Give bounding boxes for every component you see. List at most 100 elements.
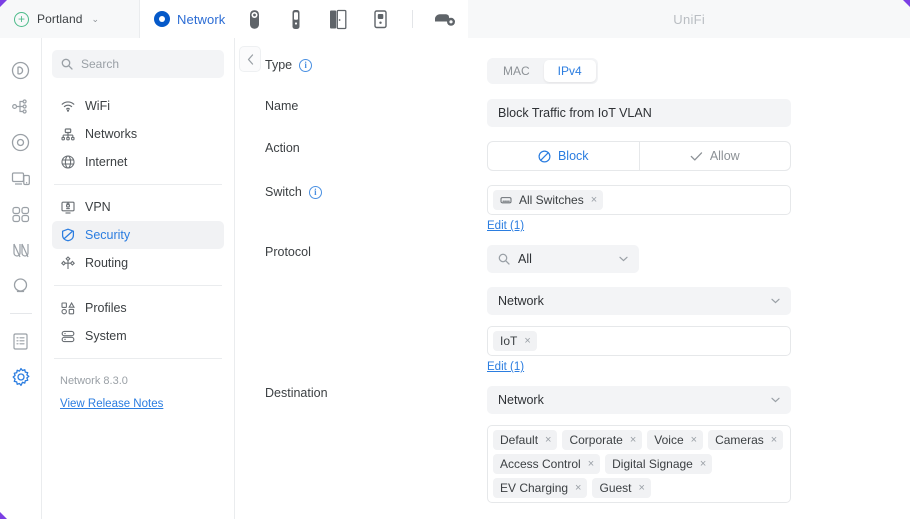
sidebar-item-label: Security [85, 228, 131, 242]
connect-app-icon[interactable] [367, 6, 393, 32]
action-allow-label: Allow [709, 149, 740, 163]
search-icon [498, 253, 510, 265]
source-chip-input[interactable]: IoT × [487, 326, 791, 356]
nav-group-connectivity: WiFi Networks Internet [52, 92, 224, 176]
row-action: Action Block Allow [235, 141, 910, 171]
action-block-button[interactable]: Block [488, 142, 639, 170]
sidebar-item-vpn[interactable]: VPN [52, 193, 224, 221]
chip-ev-charging[interactable]: EV Charging × [493, 478, 588, 498]
type-option-ipv4[interactable]: IPv4 [543, 60, 596, 82]
chip-access-control[interactable]: Access Control × [493, 454, 601, 474]
sidebar-item-label: System [85, 329, 127, 343]
switch-label-cell: Switch i [235, 185, 487, 199]
row-destination: Destination Network [235, 386, 910, 414]
action-label-cell: Action [235, 141, 487, 155]
chip-guest[interactable]: Guest × [592, 478, 651, 498]
rail-item-users[interactable] [5, 196, 37, 232]
action-label: Action [265, 141, 300, 155]
site-selector[interactable]: + Portland ⌄ [0, 0, 140, 38]
chevron-down-icon [771, 397, 780, 403]
sidebar-item-networks[interactable]: Networks [52, 120, 224, 148]
info-icon[interactable]: i [299, 58, 313, 72]
chip-iot[interactable]: IoT × [493, 331, 537, 351]
sidebar-item-profiles[interactable]: Profiles [52, 294, 224, 322]
chip-remove-icon[interactable]: × [691, 432, 697, 448]
nav-footer: Network 8.3.0 View Release Notes [52, 375, 224, 412]
talk-app-icon[interactable] [283, 6, 309, 32]
chip-remove-icon[interactable]: × [524, 333, 530, 349]
switch-edit-link[interactable]: Edit (1) [487, 220, 524, 232]
protocol-select[interactable]: All [487, 245, 639, 273]
chip-remove-icon[interactable]: × [771, 432, 777, 448]
corner-marker-bottom-left [0, 512, 7, 519]
back-button[interactable] [239, 46, 261, 72]
window-title: UniFi [673, 11, 706, 27]
destination-chip-input[interactable]: Default × Corporate × Voice × Cameras × Access C… [487, 425, 791, 503]
chip-default[interactable]: Default × [493, 430, 558, 450]
type-segmented-control: MAC IPv4 [487, 58, 598, 84]
source-type-select[interactable]: Network [487, 287, 791, 315]
source-chips-control-cell: IoT × Edit (1) [487, 326, 791, 375]
row-source-chips: IoT × Edit (1) [235, 326, 910, 375]
window-title-area: UniFi [468, 0, 910, 38]
sidebar-item-wifi[interactable]: WiFi [52, 92, 224, 120]
protocol-label-cell: Protocol [235, 245, 487, 259]
source-edit-link[interactable]: Edit (1) [487, 361, 524, 373]
firewall-rule-form: Type i MAC IPv4 Name Block Traffic from … [235, 38, 910, 519]
nav-divider [54, 358, 222, 359]
chip-cameras[interactable]: Cameras × [708, 430, 784, 450]
chip-remove-icon[interactable]: × [591, 192, 597, 208]
rail-item-logs[interactable] [5, 323, 37, 359]
app-switcher: Network [140, 0, 469, 38]
chip-remove-icon[interactable]: × [700, 456, 706, 472]
chip-remove-icon[interactable]: × [588, 456, 594, 472]
name-label-cell: Name [235, 99, 487, 113]
chip-label: Digital Signage [612, 457, 693, 471]
chip-remove-icon[interactable]: × [630, 432, 636, 448]
sidebar-item-routing[interactable]: Routing [52, 249, 224, 277]
access-app-icon[interactable] [325, 6, 351, 32]
rail-item-hotspot[interactable] [5, 268, 37, 304]
rail-item-devices[interactable] [5, 124, 37, 160]
rail-divider [9, 313, 32, 314]
rail-item-dashboard[interactable] [5, 52, 37, 88]
chip-label: Guest [599, 481, 632, 495]
row-protocol: Protocol All [235, 245, 910, 273]
chip-label: EV Charging [500, 481, 569, 495]
chip-remove-icon[interactable]: × [639, 480, 645, 496]
type-option-mac[interactable]: MAC [489, 60, 544, 82]
protect-app-icon[interactable] [241, 6, 267, 32]
tab-network[interactable]: Network [154, 11, 225, 27]
sidebar-item-security[interactable]: Security [52, 221, 224, 249]
chip-all-switches[interactable]: All Switches × [493, 190, 604, 210]
chip-remove-icon[interactable]: × [575, 480, 581, 496]
chip-corporate[interactable]: Corporate × [562, 430, 643, 450]
action-allow-button[interactable]: Allow [640, 142, 791, 170]
chip-label: Cameras [715, 433, 764, 447]
sidebar-item-system[interactable]: System [52, 322, 224, 350]
destination-type-select[interactable]: Network [487, 386, 791, 414]
sidebar-item-label: Profiles [85, 301, 127, 315]
switch-chip-input[interactable]: All Switches × [487, 185, 791, 215]
release-notes-link[interactable]: View Release Notes [60, 398, 163, 410]
rail-item-settings[interactable] [5, 359, 37, 395]
name-control-cell: Block Traffic from IoT VLAN [487, 99, 791, 127]
chip-remove-icon[interactable]: × [545, 432, 551, 448]
rail-item-client-devices[interactable] [5, 160, 37, 196]
sidebar-item-internet[interactable]: Internet [52, 148, 224, 176]
type-label: Type [265, 58, 293, 72]
check-icon [690, 151, 702, 161]
rail-item-insights[interactable] [5, 232, 37, 268]
chip-voice[interactable]: Voice × [647, 430, 704, 450]
top-bar: + Portland ⌄ Network UniFi [0, 0, 910, 38]
drive-app-icon[interactable] [432, 6, 458, 32]
search-input[interactable]: Search [52, 50, 224, 78]
protocol-value: All [518, 252, 532, 266]
rail-item-topology[interactable] [5, 88, 37, 124]
name-input[interactable]: Block Traffic from IoT VLAN [487, 99, 791, 127]
type-label-cell: Type i [235, 58, 487, 72]
switch-control-cell: All Switches × Edit (1) [487, 185, 791, 234]
info-icon[interactable]: i [308, 185, 322, 199]
chip-digital-signage[interactable]: Digital Signage × [605, 454, 713, 474]
row-destination-chips: Default × Corporate × Voice × Cameras × Access C… [235, 425, 910, 503]
